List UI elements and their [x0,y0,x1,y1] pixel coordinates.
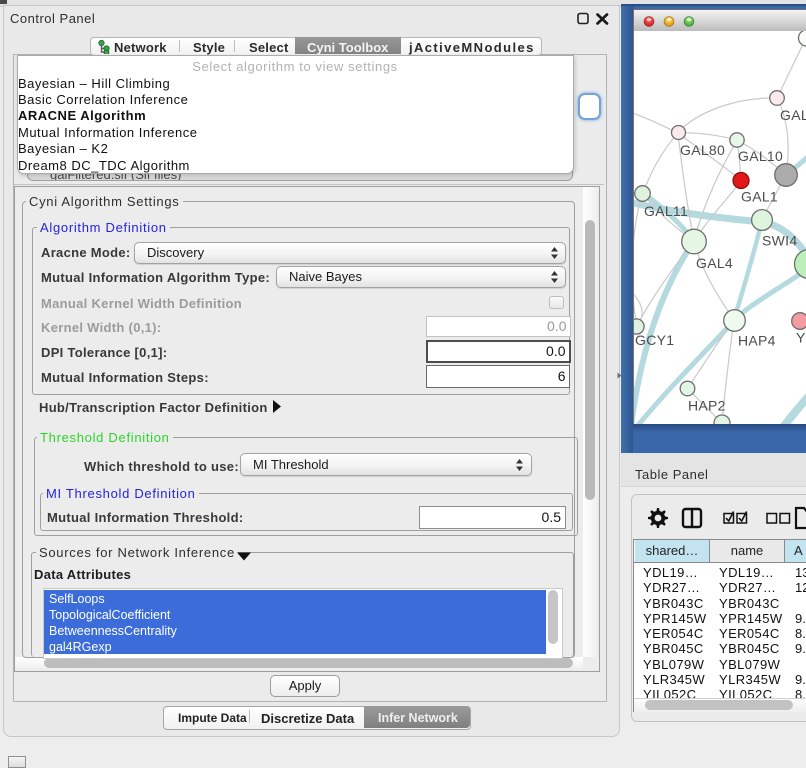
svg-text:HAP4: HAP4 [738,333,776,349]
svg-text:HAP2: HAP2 [688,398,726,414]
svg-text:GCY1: GCY1 [635,332,674,348]
svg-text:GAL11: GAL11 [644,203,688,219]
svg-text:SWI4: SWI4 [762,233,797,249]
svg-text:GAL1: GAL1 [741,189,778,205]
svg-text:GAL4: GAL4 [696,255,733,271]
svg-text:Y: Y [796,330,806,346]
svg-text:GAL80: GAL80 [680,142,725,158]
svg-text:GAL10: GAL10 [738,148,783,164]
svg-text:GAL: GAL [780,107,806,123]
